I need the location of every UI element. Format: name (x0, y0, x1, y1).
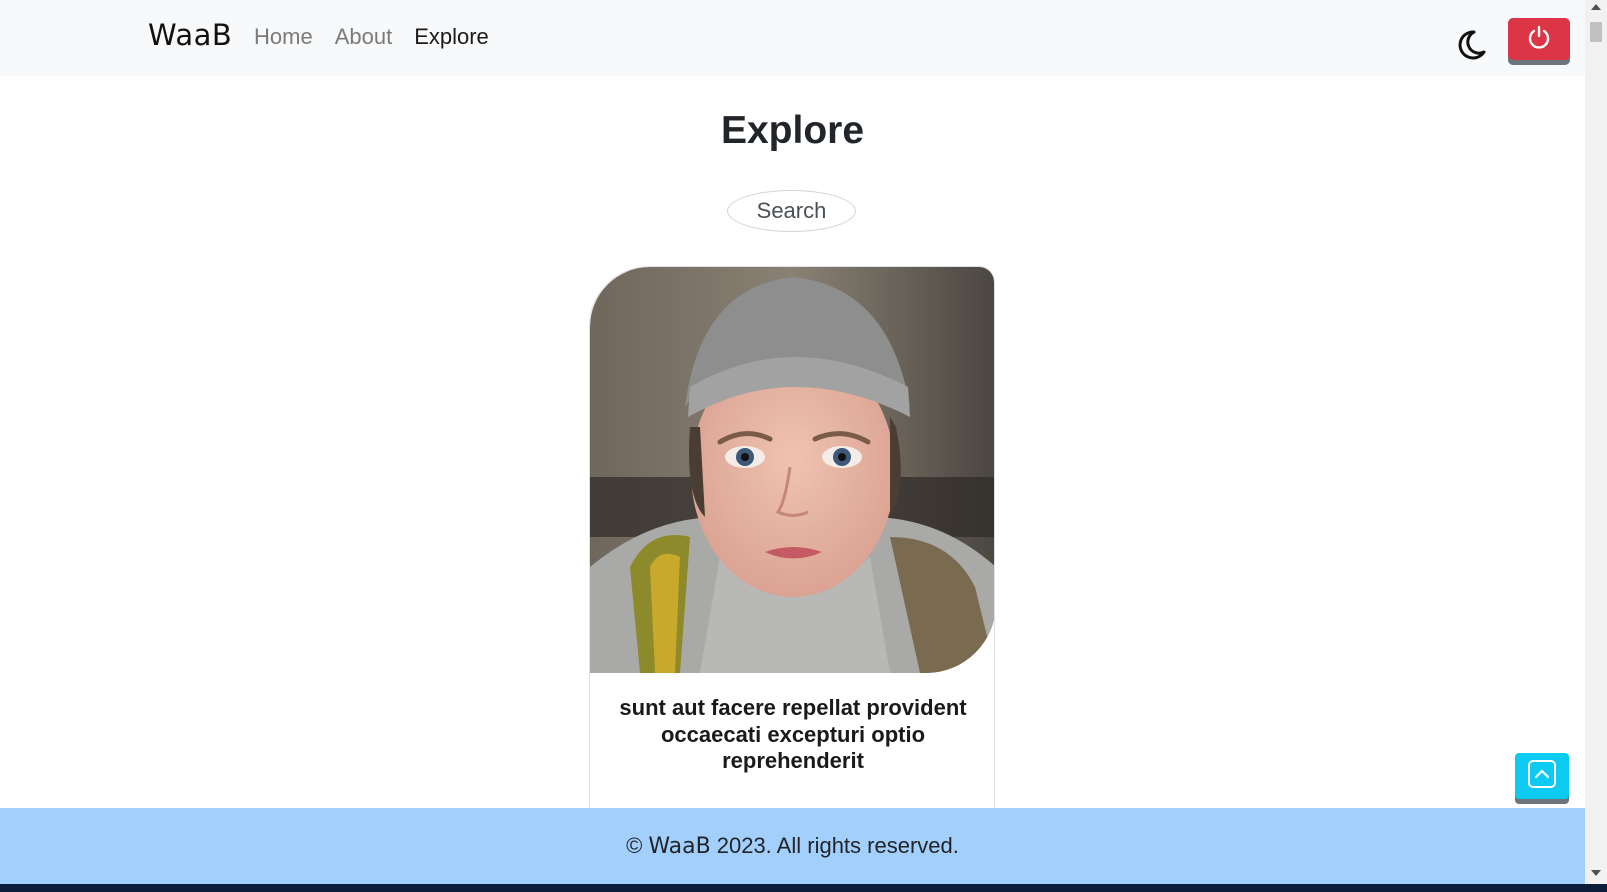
scroll-up-arrow-icon[interactable] (1591, 4, 1601, 10)
scroll-to-top-button[interactable] (1515, 753, 1569, 799)
footer: © WaaB 2023. All rights reserved. (0, 808, 1585, 884)
nav-link-explore[interactable]: Explore (414, 24, 489, 50)
os-taskbar (0, 884, 1607, 892)
nav-links: Home About Explore (254, 24, 489, 50)
scroll-down-arrow-icon[interactable] (1591, 870, 1601, 876)
chevron-up-icon (1527, 759, 1557, 794)
vertical-scrollbar[interactable] (1585, 0, 1607, 884)
power-icon (1526, 24, 1552, 55)
scroll-thumb[interactable] (1590, 22, 1602, 42)
nav-link-home[interactable]: Home (254, 24, 313, 50)
footer-brand: WaaB (648, 833, 711, 859)
nav-link-about[interactable]: About (335, 24, 393, 50)
navbar: WaaB Home About Explore (0, 0, 1585, 76)
power-button[interactable] (1508, 18, 1570, 60)
post-card[interactable]: sunt aut facere repellat provident occae… (589, 266, 995, 826)
brand-logo[interactable]: WaaB (148, 18, 232, 52)
moon-icon[interactable] (1454, 28, 1488, 62)
page: WaaB Home About Explore Explore Search s… (0, 0, 1585, 884)
page-title: Explore (720, 109, 865, 152)
footer-text: 2023. All rights reserved. (716, 833, 959, 858)
card-title[interactable]: sunt aut facere repellat provident occae… (610, 695, 976, 775)
card-image (590, 267, 994, 673)
copyright-symbol: © (626, 833, 643, 858)
search-input[interactable] (727, 190, 856, 232)
